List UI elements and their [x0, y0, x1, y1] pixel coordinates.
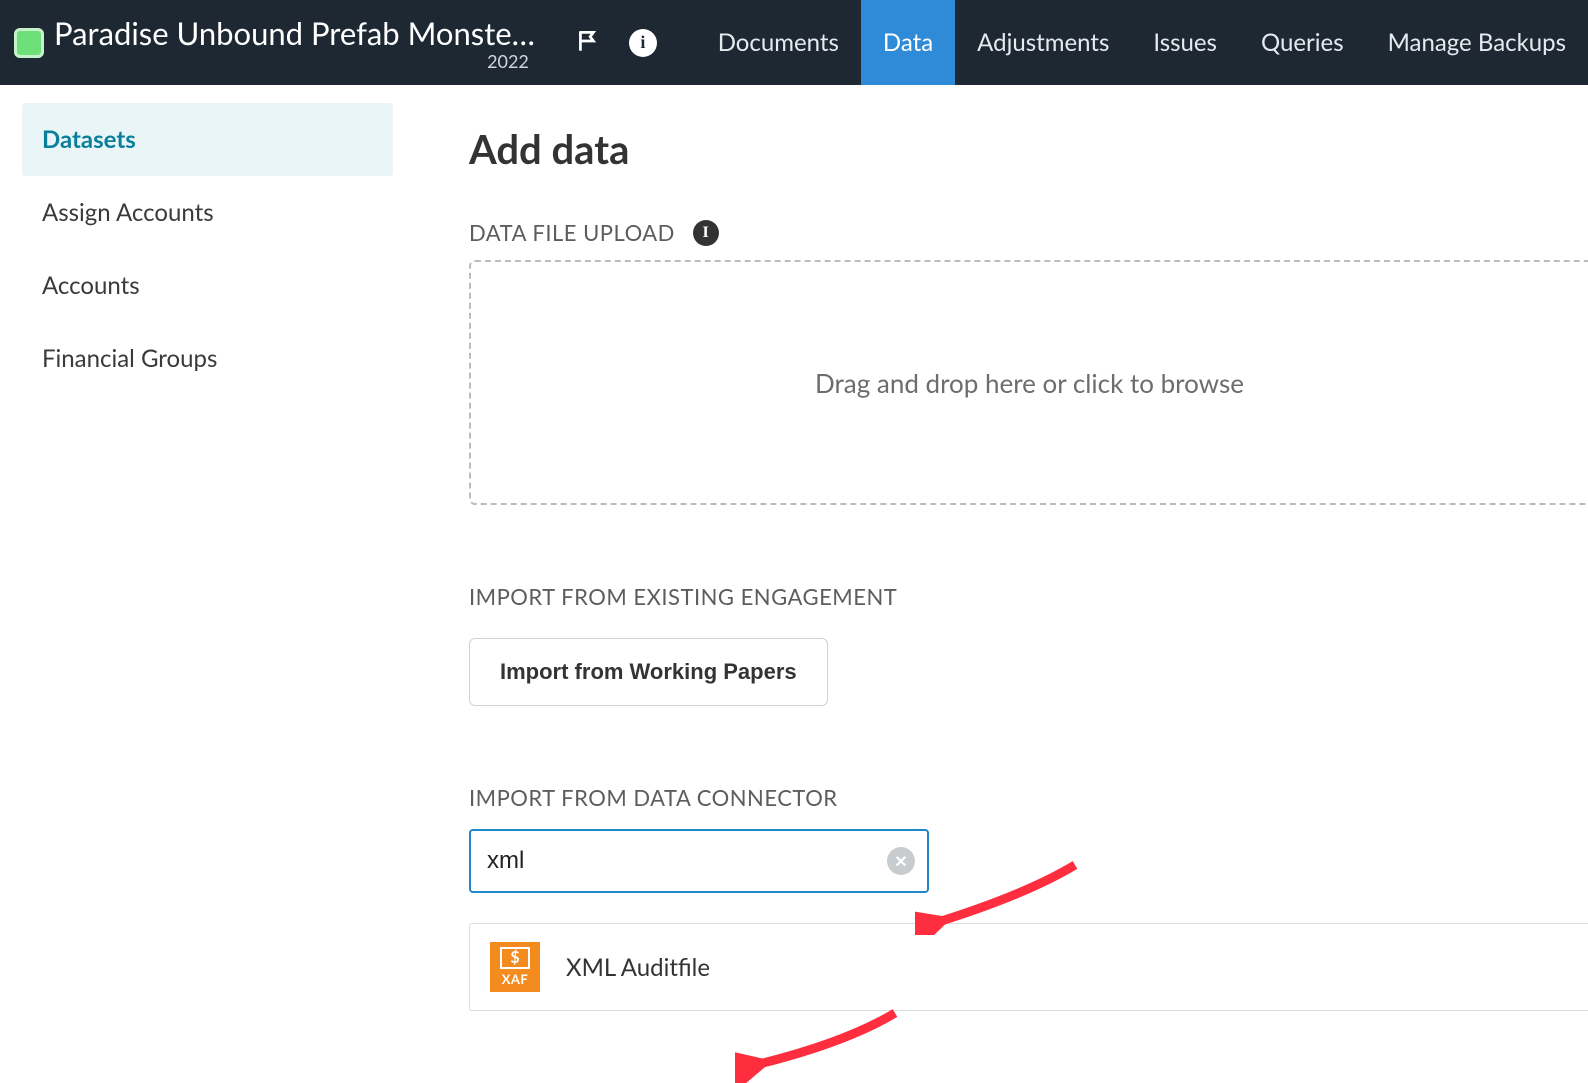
info-icon[interactable]: i: [629, 29, 657, 57]
sidebar: Datasets Assign Accounts Accounts Financ…: [0, 85, 415, 1080]
xaf-icon-bottom: XAF: [502, 971, 529, 987]
nav-queries[interactable]: Queries: [1239, 0, 1366, 85]
top-nav: Documents Data Adjustments Issues Querie…: [696, 0, 1588, 85]
sidebar-item-label: Accounts: [42, 271, 140, 300]
main-content: Add data DATA FILE UPLOAD i Drag and dro…: [415, 85, 1588, 1080]
connector-result-label: XML Auditfile: [566, 953, 710, 982]
header-icons: i: [575, 28, 657, 58]
dropzone-text: Drag and drop here or click to browse: [815, 367, 1244, 399]
sidebar-item-datasets[interactable]: Datasets: [22, 103, 393, 176]
sidebar-item-accounts[interactable]: Accounts: [22, 249, 393, 322]
sidebar-item-label: Assign Accounts: [42, 198, 214, 227]
nav-label: Data: [883, 28, 933, 57]
section-label-import: IMPORT FROM EXISTING ENGAGEMENT: [469, 583, 1588, 610]
clear-search-icon[interactable]: ✕: [887, 847, 915, 875]
import-working-papers-button[interactable]: Import from Working Papers: [469, 638, 828, 706]
sidebar-item-financial-groups[interactable]: Financial Groups: [22, 322, 393, 395]
connector-result-xml-auditfile[interactable]: $ XAF XML Auditfile: [469, 923, 1588, 1011]
engagement-year: 2022: [487, 50, 529, 72]
nav-manage-backups[interactable]: Manage Backups: [1366, 0, 1588, 85]
nav-data[interactable]: Data: [861, 0, 955, 85]
page-title: Add data: [469, 125, 1588, 173]
engagement-title-block: Paradise Unbound Prefab Monste… 2022: [54, 14, 535, 72]
connector-search-input[interactable]: [469, 829, 929, 893]
nav-documents[interactable]: Documents: [696, 0, 861, 85]
info-icon[interactable]: i: [693, 220, 719, 246]
nav-adjustments[interactable]: Adjustments: [955, 0, 1131, 85]
section-label-upload: DATA FILE UPLOAD i: [469, 219, 1588, 246]
engagement-title: Paradise Unbound Prefab Monste…: [54, 14, 535, 52]
data-connector-section: IMPORT FROM DATA CONNECTOR ✕ $ XAF XML A…: [469, 784, 1588, 1011]
engagement-status-icon: [14, 28, 44, 58]
app-body: Datasets Assign Accounts Accounts Financ…: [0, 85, 1588, 1080]
xaf-icon-top: $: [500, 947, 530, 969]
nav-label: Queries: [1261, 28, 1344, 57]
section-label-text: DATA FILE UPLOAD: [469, 219, 675, 246]
sidebar-item-label: Financial Groups: [42, 344, 217, 373]
annotation-arrow-icon: [735, 1003, 905, 1083]
sidebar-item-assign-accounts[interactable]: Assign Accounts: [22, 176, 393, 249]
nav-issues[interactable]: Issues: [1131, 0, 1239, 85]
app-header: Paradise Unbound Prefab Monste… 2022 i D…: [0, 0, 1588, 85]
nav-label: Documents: [718, 28, 839, 57]
engagement-identity[interactable]: Paradise Unbound Prefab Monste… 2022: [0, 0, 535, 85]
flag-icon[interactable]: [575, 28, 601, 58]
nav-label: Manage Backups: [1388, 28, 1566, 57]
xaf-file-icon: $ XAF: [490, 942, 540, 992]
sidebar-item-label: Datasets: [42, 125, 136, 154]
section-label-text: IMPORT FROM DATA CONNECTOR: [469, 784, 838, 811]
nav-label: Issues: [1153, 28, 1217, 57]
nav-label: Adjustments: [977, 28, 1109, 57]
file-drop-zone[interactable]: Drag and drop here or click to browse: [469, 260, 1588, 505]
import-engagement-section: IMPORT FROM EXISTING ENGAGEMENT Import f…: [469, 583, 1588, 706]
connector-search: ✕: [469, 829, 929, 893]
section-label-connector: IMPORT FROM DATA CONNECTOR: [469, 784, 1588, 811]
section-label-text: IMPORT FROM EXISTING ENGAGEMENT: [469, 583, 897, 610]
